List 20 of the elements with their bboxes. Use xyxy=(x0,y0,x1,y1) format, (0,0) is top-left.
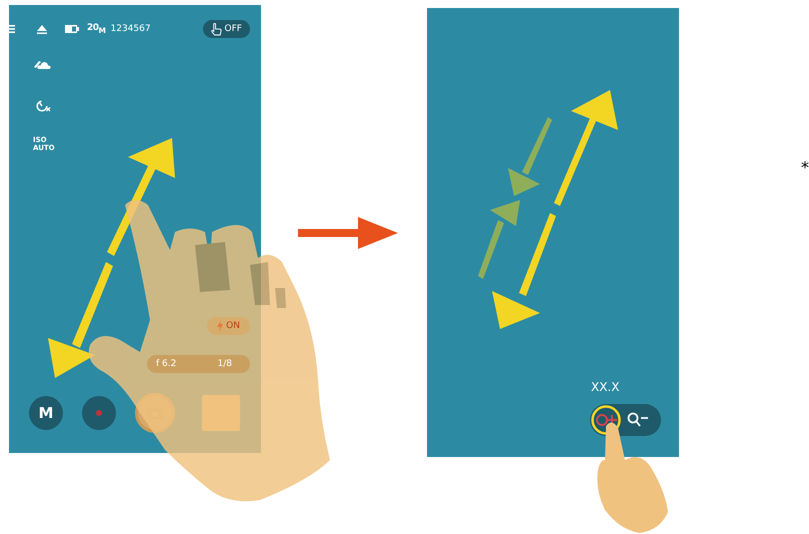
touch-hand-icon xyxy=(210,22,222,36)
cloud-icon[interactable] xyxy=(33,59,51,69)
flash-toggle[interactable]: ON xyxy=(207,317,250,335)
shots-remaining: 1234567 xyxy=(110,24,151,34)
eject-icon[interactable] xyxy=(37,24,47,34)
aperture-value[interactable]: f 6.2 xyxy=(156,359,176,369)
footnote-mark: * xyxy=(801,158,809,177)
menu-icon[interactable] xyxy=(9,25,15,33)
zoom-value: XX.X xyxy=(590,380,620,394)
zoom-in-icon[interactable] xyxy=(591,405,621,435)
mode-button[interactable]: M xyxy=(29,396,63,430)
right-arrow-icon xyxy=(298,217,398,249)
battery-icon xyxy=(65,25,79,33)
record-button[interactable] xyxy=(82,396,116,430)
resolution-label: 20$_{M}$ xyxy=(87,23,106,35)
self-timer-icon[interactable] xyxy=(36,99,51,112)
shutter-speed-value[interactable]: 1/8 xyxy=(218,359,232,369)
touch-shutter-toggle[interactable]: OFF xyxy=(202,20,250,38)
zoom-out-icon[interactable] xyxy=(627,412,649,428)
flash-icon xyxy=(217,320,224,332)
